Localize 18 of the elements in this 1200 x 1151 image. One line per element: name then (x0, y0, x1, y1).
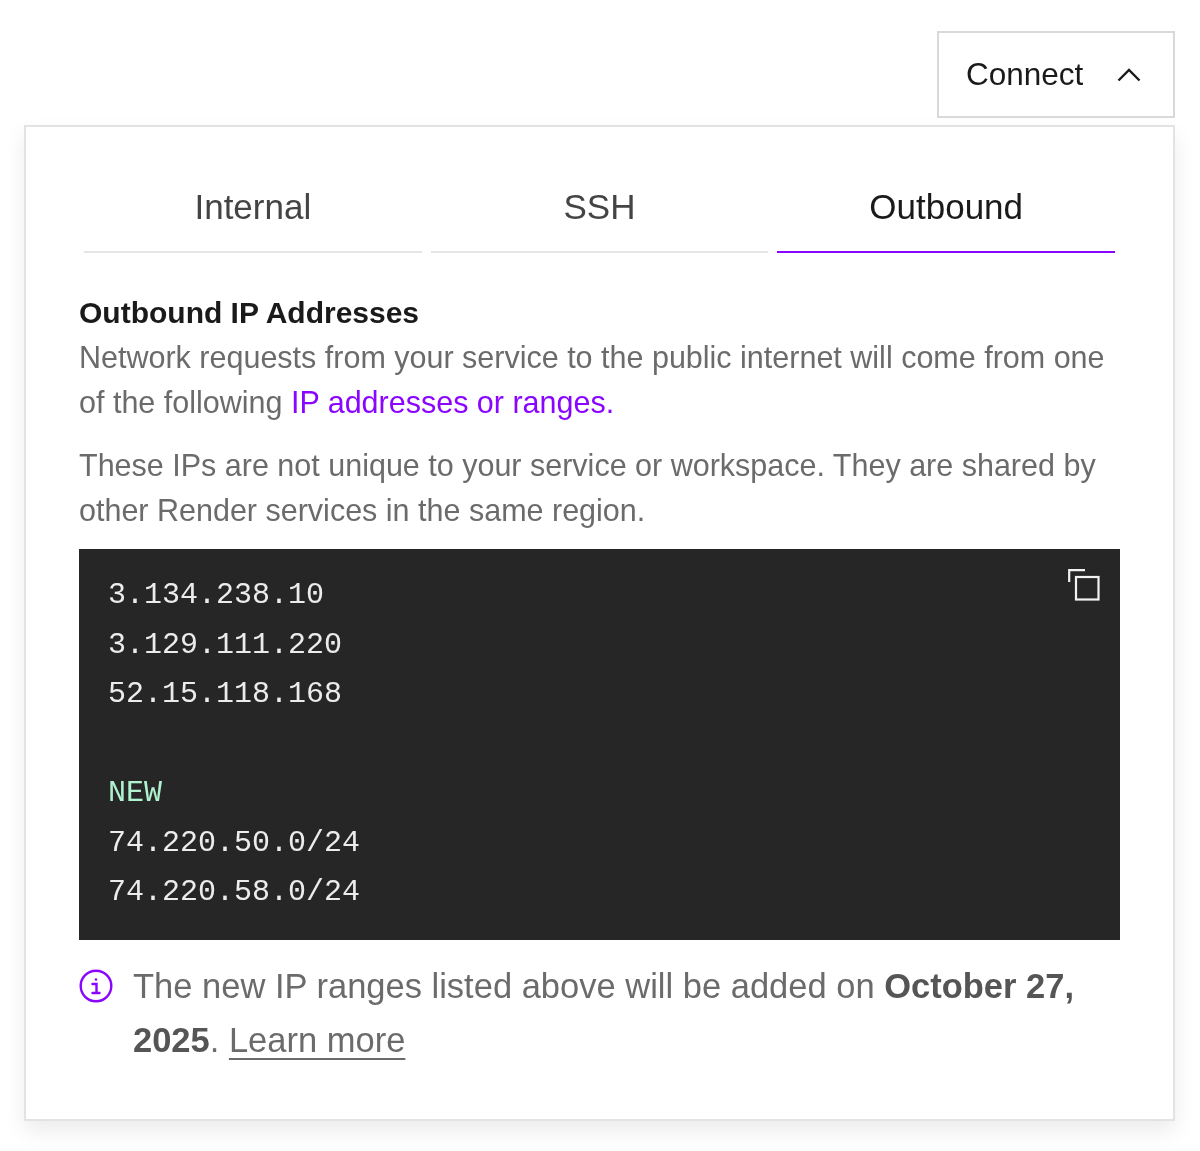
ip-address-text: 52.15.118.168 (108, 676, 343, 713)
learn-more-link[interactable]: Learn more (228, 1020, 406, 1059)
notice-text: The new IP ranges listed above will be added on October 27, 2025. Learn more (133, 965, 1075, 1061)
tab[interactable]: SSH (430, 167, 769, 253)
ip-address-text: 3.129.111.220 (108, 626, 343, 664)
ip-address-text: 3.134.238.10 (108, 577, 325, 614)
shared-ips-text: These IPs are not unique to your service or workspace. They are shared by other Render services in the same region. (79, 447, 1097, 530)
tab[interactable]: Internal (84, 167, 422, 253)
ip-address-text: 74.220.58.0/24 (108, 874, 361, 911)
copy-icon[interactable] (1068, 569, 1100, 601)
info-icon (79, 968, 113, 1003)
tab[interactable]: Outbound (777, 167, 1115, 253)
connect-button[interactable]: Connect (937, 31, 1175, 118)
new-label: NEW (108, 775, 162, 812)
section-heading: Outbound IP Addresses (79, 295, 421, 331)
description-text: Network requests from your service to the public internet will come from one of the following IP addresses or ranges. (79, 339, 1106, 422)
ip-address-text: 74.220.50.0/24 (108, 824, 361, 862)
ip-ranges-link[interactable]: IP addresses or ranges. (290, 385, 615, 419)
